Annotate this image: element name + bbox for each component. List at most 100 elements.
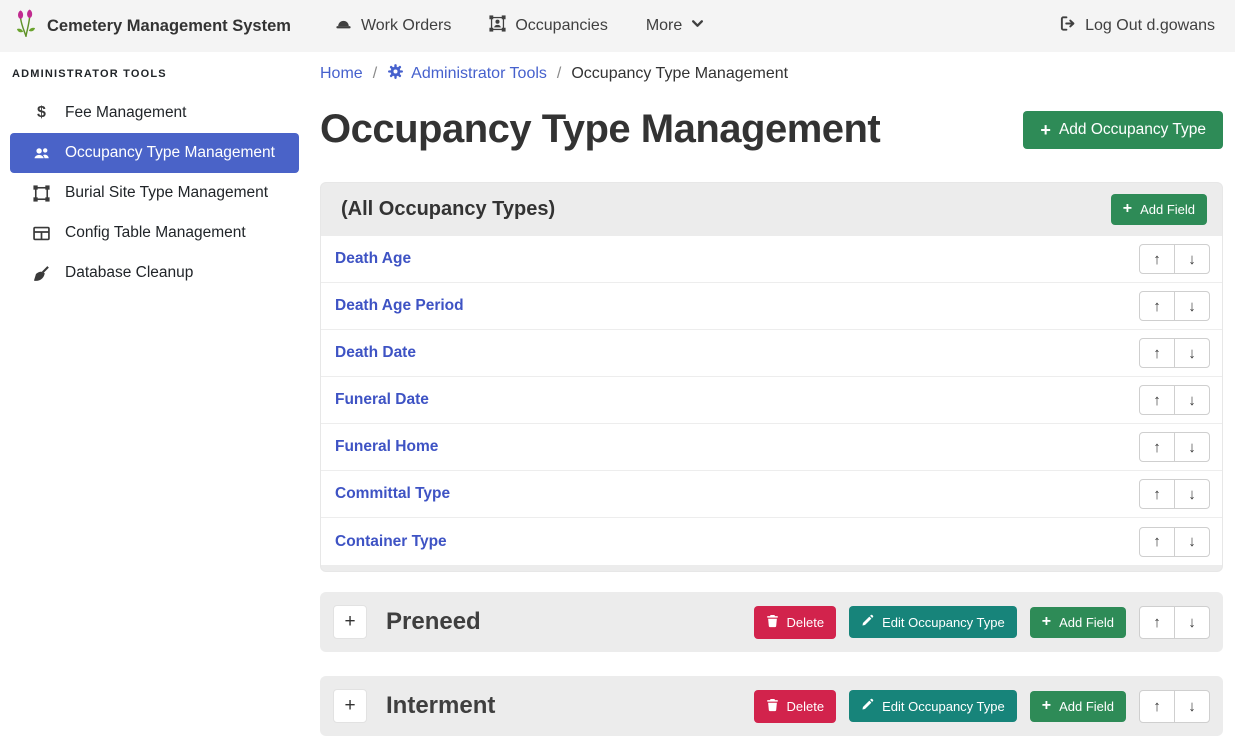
arrow-down-icon: ↓ [1188, 533, 1196, 550]
card-title: (All Occupancy Types) [341, 198, 555, 221]
all-occupancy-types-header: (All Occupancy Types) + Add Field [321, 183, 1222, 236]
sidebar-item-database-cleanup[interactable]: Database Cleanup [10, 253, 299, 293]
field-row: Death Date ↑ ↓ [321, 330, 1222, 377]
section-actions: Delete Edit Occupancy Type + Add Field ↑ [754, 690, 1210, 723]
sidebar-item-fee-management[interactable]: $ Fee Management [10, 93, 299, 133]
move-down-button[interactable]: ↓ [1174, 244, 1210, 274]
logout-button[interactable]: Log Out d.gowans [1059, 15, 1215, 37]
section-title: Interment [386, 692, 495, 720]
pencil-icon [861, 614, 874, 630]
move-up-button[interactable]: ↑ [1139, 479, 1175, 509]
sidebar-section-title: ADMINISTRATOR TOOLS [0, 58, 310, 93]
nav-item-label: Work Orders [361, 17, 451, 35]
move-up-button[interactable]: ↑ [1139, 690, 1175, 723]
hard-hat-icon [335, 15, 352, 37]
field-row: Container Type ↑ ↓ [321, 518, 1222, 565]
trash-icon [766, 614, 779, 631]
reorder-group: ↑ ↓ [1139, 291, 1210, 321]
move-up-button[interactable]: ↑ [1139, 527, 1175, 557]
move-up-button[interactable]: ↑ [1139, 385, 1175, 415]
delete-button[interactable]: Delete [754, 690, 837, 723]
edit-occupancy-type-button[interactable]: Edit Occupancy Type [849, 690, 1017, 722]
reorder-group: ↑ ↓ [1139, 606, 1210, 639]
arrow-up-icon: ↑ [1153, 392, 1161, 409]
arrow-up-icon: ↑ [1153, 614, 1161, 631]
move-up-button[interactable]: ↑ [1139, 338, 1175, 368]
sidebar-item-config-table-management[interactable]: Config Table Management [10, 213, 299, 253]
trash-icon [766, 698, 779, 715]
sidebar-item-label: Config Table Management [65, 224, 246, 242]
breadcrumb-label: Home [320, 65, 363, 83]
arrow-up-icon: ↑ [1153, 298, 1161, 315]
nav-item-occupancies[interactable]: Occupancies [489, 15, 608, 37]
expand-button[interactable]: + [333, 689, 367, 723]
field-link[interactable]: Death Date [335, 344, 416, 362]
move-down-button[interactable]: ↓ [1174, 479, 1210, 509]
arrow-up-icon: ↑ [1153, 439, 1161, 456]
person-frame-icon [489, 15, 506, 37]
move-down-button[interactable]: ↓ [1174, 527, 1210, 557]
sign-out-icon [1059, 15, 1076, 37]
field-link[interactable]: Funeral Home [335, 438, 438, 456]
nav-item-label: Occupancies [515, 17, 608, 35]
sidebar: ADMINISTRATOR TOOLS $ Fee Management Occ… [0, 52, 310, 293]
add-field-button[interactable]: + Add Field [1030, 607, 1126, 638]
move-down-button[interactable]: ↓ [1174, 338, 1210, 368]
broom-icon [31, 265, 52, 282]
sidebar-item-label: Database Cleanup [65, 264, 193, 282]
field-row: Funeral Date ↑ ↓ [321, 377, 1222, 424]
add-field-label: Add Field [1059, 699, 1114, 714]
field-link[interactable]: Death Age Period [335, 297, 464, 315]
plus-icon: + [344, 611, 355, 633]
app-title: Cemetery Management System [47, 17, 291, 36]
edit-occupancy-type-button[interactable]: Edit Occupancy Type [849, 606, 1017, 638]
sidebar-item-burial-site-type-management[interactable]: Burial Site Type Management [10, 173, 299, 213]
move-up-button[interactable]: ↑ [1139, 291, 1175, 321]
add-field-button[interactable]: + Add Field [1111, 194, 1207, 225]
nav-item-label: More [646, 17, 682, 35]
sidebar-item-label: Burial Site Type Management [65, 184, 268, 202]
plus-icon: + [1042, 616, 1051, 629]
plus-icon: + [344, 695, 355, 717]
breadcrumb-separator: / [373, 65, 377, 83]
field-row: Death Age ↑ ↓ [321, 236, 1222, 283]
app-brand[interactable]: Cemetery Management System [14, 9, 291, 43]
top-navbar: Cemetery Management System Work Orders [0, 0, 1235, 52]
arrow-down-icon: ↓ [1188, 614, 1196, 631]
move-down-button[interactable]: ↓ [1174, 291, 1210, 321]
field-link[interactable]: Funeral Date [335, 391, 429, 409]
occupancy-type-section-preneed: + Preneed Delete [320, 592, 1223, 652]
delete-button[interactable]: Delete [754, 606, 837, 639]
reorder-group: ↑ ↓ [1139, 244, 1210, 274]
breadcrumb-home-link[interactable]: Home [320, 65, 363, 83]
all-occupancy-types-card: (All Occupancy Types) + Add Field Death … [320, 182, 1223, 572]
field-link[interactable]: Committal Type [335, 485, 450, 503]
expand-button[interactable]: + [333, 605, 367, 639]
breadcrumb-admin-tools-link[interactable]: Administrator Tools [387, 63, 547, 85]
reorder-group: ↑ ↓ [1139, 690, 1210, 723]
arrow-up-icon: ↑ [1153, 486, 1161, 503]
move-up-button[interactable]: ↑ [1139, 432, 1175, 462]
move-down-button[interactable]: ↓ [1174, 432, 1210, 462]
move-down-button[interactable]: ↓ [1174, 690, 1210, 723]
navbar-links: Work Orders Occupancies M [335, 15, 704, 37]
users-icon [31, 145, 52, 161]
nav-item-more[interactable]: More [646, 17, 704, 35]
nav-item-work-orders[interactable]: Work Orders [335, 15, 451, 37]
arrow-down-icon: ↓ [1188, 698, 1196, 715]
field-link[interactable]: Container Type [335, 533, 447, 551]
plus-icon: + [1040, 123, 1051, 137]
move-up-button[interactable]: ↑ [1139, 244, 1175, 274]
arrow-down-icon: ↓ [1188, 345, 1196, 362]
delete-label: Delete [787, 615, 825, 630]
move-up-button[interactable]: ↑ [1139, 606, 1175, 639]
breadcrumb-current: Occupancy Type Management [571, 65, 788, 83]
add-field-button[interactable]: + Add Field [1030, 691, 1126, 722]
add-occupancy-type-button[interactable]: + Add Occupancy Type [1023, 111, 1223, 149]
field-link[interactable]: Death Age [335, 250, 411, 268]
edit-occupancy-type-label: Edit Occupancy Type [882, 615, 1005, 630]
move-down-button[interactable]: ↓ [1174, 606, 1210, 639]
gear-icon [387, 63, 404, 85]
sidebar-item-occupancy-type-management[interactable]: Occupancy Type Management [10, 133, 299, 173]
move-down-button[interactable]: ↓ [1174, 385, 1210, 415]
